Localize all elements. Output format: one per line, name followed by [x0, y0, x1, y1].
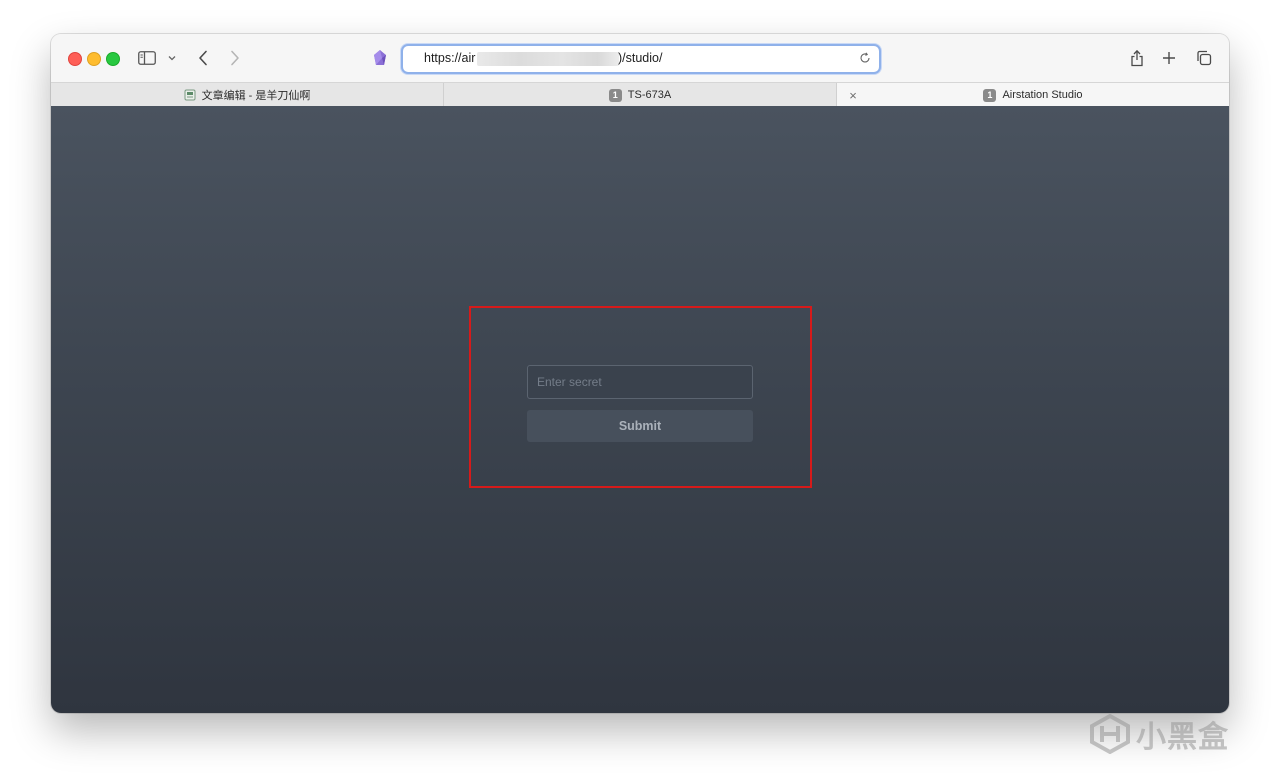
- back-arrow-icon: [199, 50, 207, 66]
- watermark-text: 小黑盒: [1136, 720, 1229, 755]
- share-button[interactable]: [1127, 46, 1147, 70]
- tab-airstation-studio[interactable]: × 1 Airstation Studio: [837, 83, 1229, 107]
- url-redacted-segment: [477, 52, 619, 66]
- extension-button[interactable]: [370, 48, 390, 68]
- tab-article-editor[interactable]: 文章编辑 - 是羊刀仙啊: [51, 83, 444, 107]
- minimize-window-button[interactable]: [87, 52, 101, 66]
- sidebar-toggle-button[interactable]: [137, 48, 157, 68]
- browser-window: https://air )/studio/ 文章编辑 - 是羊刀仙啊 1 TS-…: [51, 34, 1229, 713]
- secret-input[interactable]: [527, 365, 753, 399]
- url-path-text: )/studio/: [618, 51, 663, 65]
- tab-label: Airstation Studio: [1002, 89, 1083, 101]
- tab-ts-673a[interactable]: 1 TS-673A: [444, 83, 837, 107]
- doc-icon: [184, 89, 196, 101]
- zoom-window-button[interactable]: [106, 52, 120, 66]
- extension-icon: [374, 50, 386, 65]
- browser-toolbar: https://air )/studio/: [51, 34, 1229, 82]
- watermark: 小黑盒: [1088, 710, 1229, 758]
- reload-button[interactable]: [857, 50, 873, 66]
- sidebar-icon: [138, 51, 156, 65]
- sidebar-menu-button[interactable]: [165, 50, 179, 66]
- share-icon: [1131, 49, 1143, 67]
- new-tab-button[interactable]: [1159, 46, 1179, 70]
- address-bar[interactable]: https://air )/studio/: [401, 44, 881, 74]
- submit-button[interactable]: Submit: [527, 410, 753, 442]
- chevron-down-icon: [168, 56, 176, 61]
- tabs-overview-icon: [1197, 50, 1212, 66]
- close-tab-icon[interactable]: ×: [846, 87, 860, 103]
- tab-label: 文章编辑 - 是羊刀仙啊: [201, 90, 311, 102]
- tab-badge: 1: [608, 88, 622, 102]
- tab-label: TS-673A: [627, 89, 672, 101]
- tab-bar: 文章编辑 - 是羊刀仙啊 1 TS-673A × 1 Airstation St…: [51, 82, 1229, 107]
- forward-arrow-icon: [231, 50, 239, 66]
- url-text: https://air: [424, 51, 476, 65]
- tab-overview-button[interactable]: [1193, 46, 1215, 70]
- reload-icon: [860, 52, 870, 63]
- page-content: Submit: [51, 106, 1229, 713]
- back-button[interactable]: [193, 46, 213, 70]
- forward-button[interactable]: [225, 46, 245, 70]
- xiaoheihe-logo-icon: [1090, 714, 1130, 754]
- tab-badge: 1: [983, 88, 997, 102]
- close-window-button[interactable]: [68, 52, 82, 66]
- plus-icon: [1163, 52, 1175, 64]
